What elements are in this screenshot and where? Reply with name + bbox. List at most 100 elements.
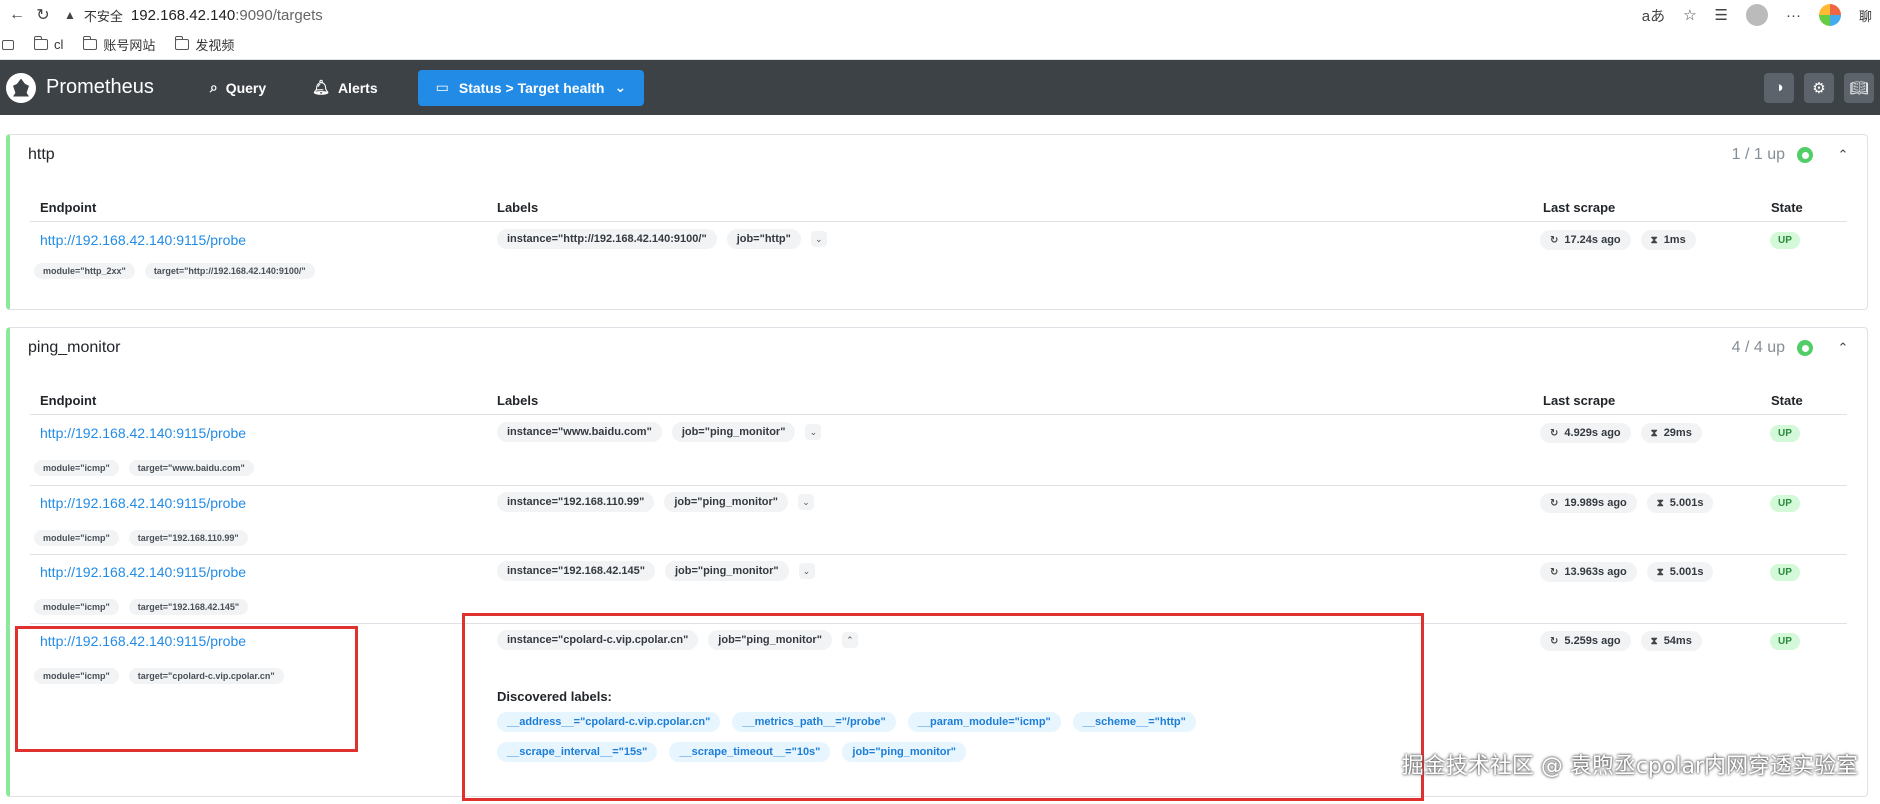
health-indicator-icon: [1797, 147, 1813, 163]
col-last-scrape: Last scrape: [1543, 393, 1616, 408]
scrape-duration-value: 5.001s: [1669, 566, 1704, 578]
bookmark-item[interactable]: 发视频: [174, 35, 235, 54]
bell-icon: 🔔︎: [312, 79, 330, 95]
col-labels: Labels: [497, 393, 539, 408]
book-icon: 📖︎: [1849, 79, 1869, 97]
chevron-down-icon: ⌄: [815, 233, 823, 244]
target-label-chip: module="icmp": [34, 599, 119, 615]
table-row: http://192.168.42.140:9115/probe module=…: [30, 223, 1847, 293]
sidebar-toggle-icon[interactable]: [2, 39, 14, 50]
last-scrape-chip: ↻ 19.989s ago: [1540, 493, 1637, 513]
address-bar[interactable]: ▲ 不安全 192.168.42.140:9090/targets: [64, 6, 323, 25]
scrape-duration-value: 29ms: [1663, 427, 1692, 439]
col-state: State: [1771, 393, 1803, 408]
expand-labels-button[interactable]: ⌄: [810, 231, 827, 247]
endpoint-link[interactable]: http://192.168.42.140:9115/probe: [40, 425, 246, 441]
col-labels: Labels: [497, 200, 539, 215]
sidebar-cut-label: 聊: [1858, 8, 1872, 24]
last-scrape-value: 4.929s ago: [1564, 427, 1621, 439]
status-badge: UP: [1770, 425, 1800, 442]
status-badge: UP: [1770, 495, 1800, 512]
chevron-down-icon: ⌄: [802, 565, 811, 576]
expand-labels-button[interactable]: ⌄: [798, 563, 815, 579]
annotation-box-discovered: [462, 613, 1424, 801]
url-host: 192.168.42.140: [130, 6, 236, 24]
endpoint-link[interactable]: http://192.168.42.140:9115/probe: [40, 232, 246, 248]
label-chip: job="http": [726, 229, 801, 249]
expand-labels-button[interactable]: ⌄: [805, 424, 822, 440]
prometheus-navbar: Prometheus ⌕ Query 🔔︎ Alerts ▭ Status > Tar…: [0, 60, 1880, 115]
target-label-chip: target="192.168.42.145": [128, 599, 249, 615]
col-state: State: [1771, 200, 1803, 215]
reload-icon[interactable]: ↻: [30, 5, 56, 25]
hourglass-icon: ⧗: [1650, 234, 1658, 246]
status-badge: UP: [1770, 232, 1800, 249]
bookmark-label: 发视频: [195, 38, 235, 53]
hourglass-icon: ⧗: [1656, 566, 1664, 578]
contrast-icon: ◑: [1774, 79, 1784, 96]
pool-header[interactable]: ping_monitor 4 / 4 up ⌃: [10, 328, 1867, 368]
last-scrape-chip: ↻ 13.963s ago: [1540, 562, 1637, 582]
target-label-chip: target="192.168.110.99": [128, 530, 248, 546]
profile-avatar[interactable]: [1745, 4, 1768, 26]
monitor-icon: ▭: [435, 79, 449, 95]
favorites-list-icon[interactable]: ☰: [1715, 6, 1728, 24]
target-label-chip: module="icmp": [34, 460, 119, 476]
prometheus-logo-icon[interactable]: [6, 72, 36, 103]
label-chip: instance="http://192.168.42.140:9100/": [497, 229, 717, 249]
more-menu-icon[interactable]: ···: [1786, 7, 1801, 24]
refresh-icon: ↻: [1550, 427, 1559, 439]
refresh-icon: ↻: [1550, 234, 1559, 246]
docs-button[interactable]: 📖︎: [1844, 72, 1874, 103]
favorite-star-icon[interactable]: ☆: [1683, 6, 1696, 24]
theme-toggle-button[interactable]: ◑: [1764, 72, 1794, 103]
label-chip: job="ping_monitor": [664, 561, 789, 581]
bookmark-item[interactable]: cl: [33, 36, 63, 52]
hourglass-icon: ⧗: [1656, 497, 1664, 509]
chevron-up-icon[interactable]: ⌃: [1833, 340, 1853, 356]
scrape-duration-chip: ⧗ 5.001s: [1646, 562, 1714, 582]
target-label-chip: module="icmp": [34, 530, 119, 546]
chevron-down-icon: ⌄: [809, 426, 818, 437]
target-label-chip: target="http://192.168.42.140:9100/": [144, 263, 315, 279]
copilot-icon[interactable]: [1818, 4, 1841, 26]
chevron-up-icon[interactable]: ⌃: [1833, 147, 1853, 163]
status-badge: UP: [1770, 633, 1800, 650]
scrape-duration-value: 5.001s: [1669, 497, 1704, 509]
nav-query[interactable]: ⌕ Query: [210, 79, 266, 96]
nav-query-label: Query: [225, 79, 267, 96]
scrape-duration-chip: ⧗ 29ms: [1640, 423, 1702, 443]
nav-alerts[interactable]: 🔔︎ Alerts: [312, 79, 377, 96]
pool-name: ping_monitor: [28, 339, 121, 356]
endpoint-link[interactable]: http://192.168.42.140:9115/probe: [40, 564, 246, 580]
search-icon: ⌕: [209, 79, 218, 95]
table-header: Endpoint Labels Last scrape State: [30, 192, 1847, 222]
read-aloud-icon[interactable]: aあ: [1642, 5, 1665, 26]
col-endpoint: Endpoint: [40, 393, 97, 408]
app-title[interactable]: Prometheus: [46, 76, 154, 99]
endpoint-link[interactable]: http://192.168.42.140:9115/probe: [40, 495, 246, 511]
folder-icon: [82, 36, 98, 50]
pool-header[interactable]: http 1 / 1 up ⌃: [10, 135, 1867, 175]
last-scrape-value: 13.963s ago: [1564, 566, 1627, 578]
scrape-duration-value: 1ms: [1663, 234, 1686, 246]
settings-button[interactable]: ⚙: [1804, 72, 1834, 103]
bookmarks-bar: cl 账号网站 发视频: [0, 30, 1880, 60]
last-scrape-value: 19.989s ago: [1564, 497, 1627, 509]
browser-toolbar: ← ↻ ▲ 不安全 192.168.42.140:9090/targets aあ…: [0, 0, 1880, 30]
last-scrape-chip: ↻ 5.259s ago: [1540, 631, 1631, 651]
refresh-icon: ↻: [1550, 566, 1559, 578]
table-row: http://192.168.42.140:9115/probe module=…: [30, 416, 1847, 486]
up-count: 4 / 4 up: [1731, 339, 1785, 356]
up-count: 1 / 1 up: [1731, 146, 1785, 163]
label-chip: instance="www.baidu.com": [497, 422, 662, 442]
refresh-icon: ↻: [1550, 635, 1559, 647]
hourglass-icon: ⧗: [1650, 427, 1658, 439]
watermark-text: 掘金技术社区 @ 袁煦丞cpolar内网穿透实验室: [1401, 754, 1858, 779]
expand-labels-button[interactable]: ⌄: [797, 494, 814, 510]
label-chip: instance="192.168.110.99": [497, 492, 655, 512]
back-icon[interactable]: ←: [4, 6, 30, 24]
status-badge: UP: [1770, 564, 1800, 581]
bookmark-item[interactable]: 账号网站: [82, 35, 155, 54]
status-menu-button[interactable]: ▭ Status > Target health ⌄: [417, 69, 645, 106]
